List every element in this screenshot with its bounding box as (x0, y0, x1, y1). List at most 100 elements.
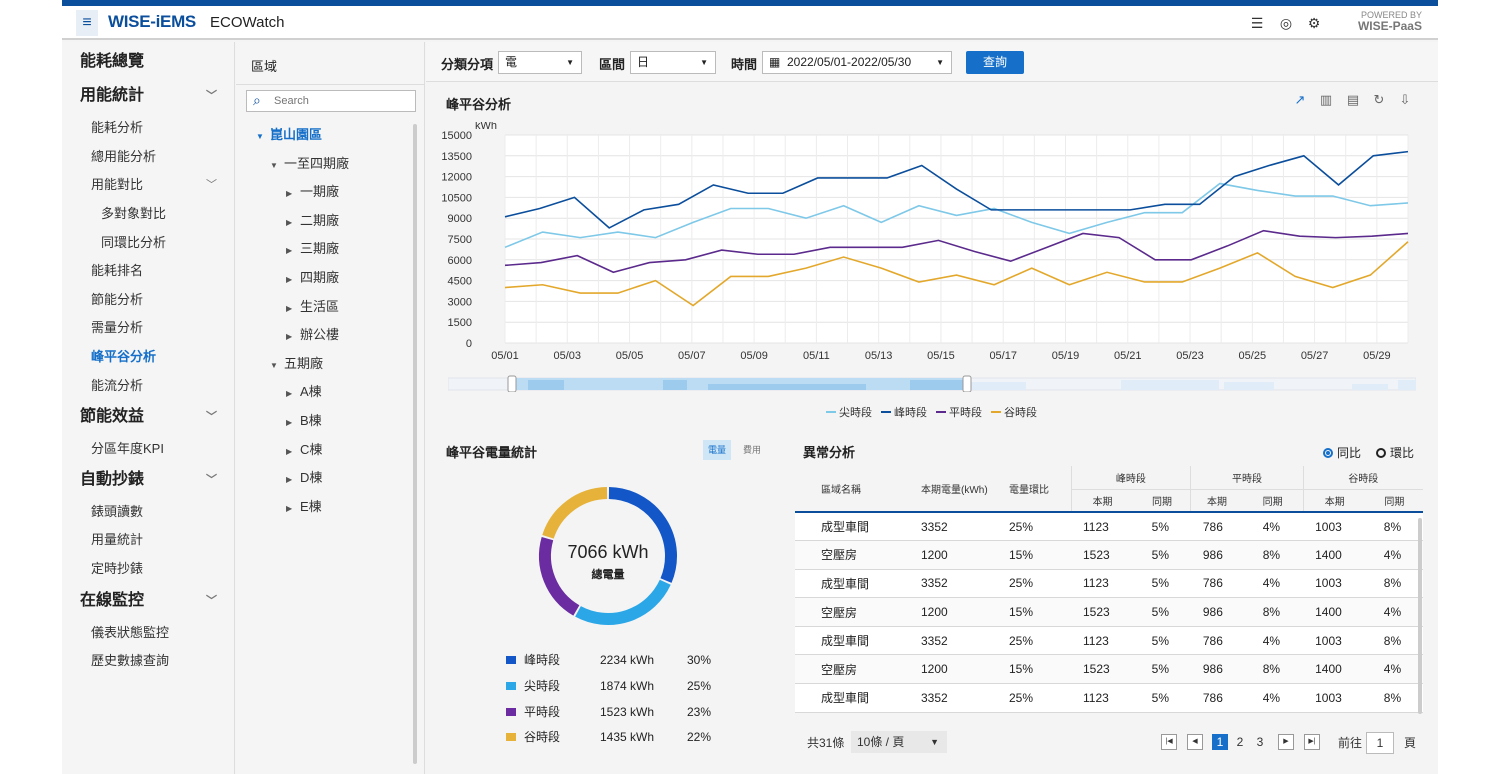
sidebar-item[interactable]: 用量統計 (62, 526, 235, 554)
sidebar-item[interactable]: 需量分析 (62, 314, 235, 342)
tree-node[interactable]: ▶ 生活區 (286, 297, 339, 317)
sidebar-item[interactable]: 能流分析 (62, 372, 235, 400)
tree-node[interactable]: ▶ C棟 (286, 440, 322, 460)
tree-node[interactable]: ▶ B棟 (286, 411, 322, 431)
tree-node[interactable]: ▶ A棟 (286, 382, 322, 402)
search-input[interactable] (274, 93, 412, 109)
toggle-energy[interactable]: 電量 (703, 440, 731, 460)
tree-scrollbar[interactable] (413, 124, 417, 764)
legend-swatch (936, 411, 946, 414)
donut-slice-1[interactable] (575, 579, 671, 625)
prev-page-button[interactable]: ◀ (1187, 734, 1203, 750)
caret-right-icon[interactable]: ▶ (286, 327, 300, 347)
table-row[interactable]: 空壓房 1200 15% 1523 5% 986 8% 1400 4% (795, 654, 1423, 685)
tree-node-label: 辦公樓 (300, 327, 340, 343)
page-suffix: 頁 (1404, 736, 1417, 750)
page-1-button[interactable]: 1 (1212, 734, 1228, 750)
tree-node[interactable]: ▶ 一期廠 (286, 182, 339, 202)
tree-node[interactable]: ▶ D棟 (286, 468, 322, 488)
tree-node[interactable]: ▶ 辦公樓 (286, 325, 339, 345)
sidebar-item[interactable]: 錶頭讀數 (62, 498, 235, 526)
caret-right-icon[interactable]: ▶ (286, 184, 300, 204)
tree-node[interactable]: ▼ 崑山園區 (256, 125, 322, 145)
zoom-handle-right[interactable] (962, 375, 972, 392)
tree-node[interactable]: ▶ 三期廠 (286, 239, 339, 259)
page-3-button[interactable]: 3 (1252, 734, 1268, 750)
radio-mom[interactable]: 環比 (1376, 444, 1414, 461)
query-button[interactable]: 查詢 (966, 51, 1024, 74)
sidebar-item[interactable]: 能耗總覽 (62, 48, 235, 76)
interval-select[interactable]: 日 ▼ (630, 51, 716, 74)
page-size-select[interactable]: 10條 / 頁 ▼ (851, 731, 947, 753)
caret-right-icon[interactable]: ▶ (286, 499, 300, 519)
date-range-picker[interactable]: ▦ 2022/05/01-2022/05/30 ▼ (762, 51, 952, 74)
sidebar-item[interactable]: 用能對比 ﹀ (62, 171, 235, 199)
bar-chart-icon[interactable]: ▥ (1318, 92, 1334, 108)
table-cell: 4% (1365, 654, 1423, 685)
sidebar-item[interactable]: 總用能分析 (62, 143, 235, 171)
caret-down-icon[interactable]: ▼ (270, 156, 284, 176)
table-row[interactable]: 成型車間 3352 25% 1123 5% 786 4% 1003 8% (795, 683, 1423, 713)
legend-item[interactable]: 尖時段 (826, 404, 872, 420)
tree-node[interactable]: ▶ E棟 (286, 497, 322, 517)
caret-right-icon[interactable]: ▶ (286, 384, 300, 404)
table-view-icon[interactable]: ▤ (1345, 92, 1361, 108)
tree-node[interactable]: ▶ 四期廠 (286, 268, 339, 288)
tree-node[interactable]: ▼ 一至四期廠 (270, 154, 349, 174)
table-row[interactable]: 成型車間 3352 25% 1123 5% 786 4% 1003 8% (795, 512, 1423, 542)
table-scrollbar[interactable] (1418, 518, 1422, 714)
sidebar-item[interactable]: 在線監控 ﹀ (62, 587, 235, 615)
sidebar-item[interactable]: 用能統計 ﹀ (62, 82, 235, 110)
sidebar-item[interactable]: 節能效益 ﹀ (62, 403, 235, 431)
legend-item[interactable]: 峰時段 (881, 404, 927, 420)
refresh-icon[interactable]: ↻ (1371, 92, 1387, 108)
caret-right-icon[interactable]: ▶ (286, 413, 300, 433)
caret-right-icon[interactable]: ▶ (286, 241, 300, 261)
next-page-button[interactable]: ▶ (1278, 734, 1294, 750)
last-page-button[interactable]: ▶| (1304, 734, 1320, 750)
sidebar-item[interactable]: 多對象對比 (62, 200, 235, 228)
toggle-cost[interactable]: 費用 (738, 440, 766, 460)
radio-yoy[interactable]: 同比 (1323, 444, 1361, 461)
sidebar-item[interactable]: 自動抄錶 ﹀ (62, 466, 235, 494)
data-zoom-slider[interactable] (448, 374, 1416, 392)
table-row[interactable]: 空壓房 1200 15% 1523 5% 986 8% 1400 4% (795, 540, 1423, 570)
gear-icon[interactable]: ⚙ (1305, 14, 1323, 32)
sidebar-item[interactable]: 定時抄錶 (62, 555, 235, 583)
legend-item[interactable]: 平時段 (936, 404, 982, 420)
table-row[interactable]: 成型車間 3352 25% 1123 5% 786 4% 1003 8% (795, 626, 1423, 656)
user-icon[interactable]: ◎ (1277, 14, 1295, 32)
trend-line-icon[interactable]: ↗ (1292, 92, 1308, 108)
caret-down-icon[interactable]: ▼ (256, 127, 270, 147)
goto-page-input[interactable]: 1 (1366, 732, 1394, 754)
sidebar-item[interactable]: 能耗排名 (62, 257, 235, 285)
zoom-handle-left[interactable] (507, 375, 517, 392)
tree-node[interactable]: ▶ 二期廠 (286, 211, 339, 231)
donut-slice-3[interactable] (542, 487, 608, 539)
sidebar-item[interactable]: 峰平谷分析 (62, 343, 235, 371)
sliders-icon[interactable]: ☰ (1248, 14, 1266, 32)
tree-search[interactable]: ⌕ (246, 90, 416, 112)
sidebar-item[interactable]: 歷史數據查詢 (62, 647, 235, 675)
first-page-button[interactable]: |◀ (1161, 734, 1177, 750)
sidebar-item[interactable]: 儀表狀態監控 (62, 619, 235, 647)
tree-node-label: 生活區 (300, 298, 340, 314)
table-row[interactable]: 成型車間 3352 25% 1123 5% 786 4% 1003 8% (795, 569, 1423, 599)
sidebar-item[interactable]: 節能分析 (62, 286, 235, 314)
caret-right-icon[interactable]: ▶ (286, 213, 300, 233)
table-row[interactable]: 空壓房 1200 15% 1523 5% 986 8% 1400 4% (795, 597, 1423, 627)
sidebar-item[interactable]: 同環比分析 (62, 229, 235, 257)
legend-item[interactable]: 谷時段 (991, 404, 1037, 420)
caret-right-icon[interactable]: ▶ (286, 470, 300, 490)
page-2-button[interactable]: 2 (1232, 734, 1248, 750)
sidebar-item[interactable]: 分區年度KPI (62, 435, 235, 463)
download-icon[interactable]: ⇩ (1397, 92, 1413, 108)
tree-node[interactable]: ▼ 五期廠 (270, 354, 323, 374)
caret-right-icon[interactable]: ▶ (286, 299, 300, 319)
sidebar-item[interactable]: 能耗分析 (62, 114, 235, 142)
hamburger-icon[interactable]: ≡ (76, 10, 98, 36)
category-select[interactable]: 電 ▼ (498, 51, 582, 74)
caret-right-icon[interactable]: ▶ (286, 270, 300, 290)
caret-right-icon[interactable]: ▶ (286, 442, 300, 462)
caret-down-icon[interactable]: ▼ (270, 356, 284, 376)
